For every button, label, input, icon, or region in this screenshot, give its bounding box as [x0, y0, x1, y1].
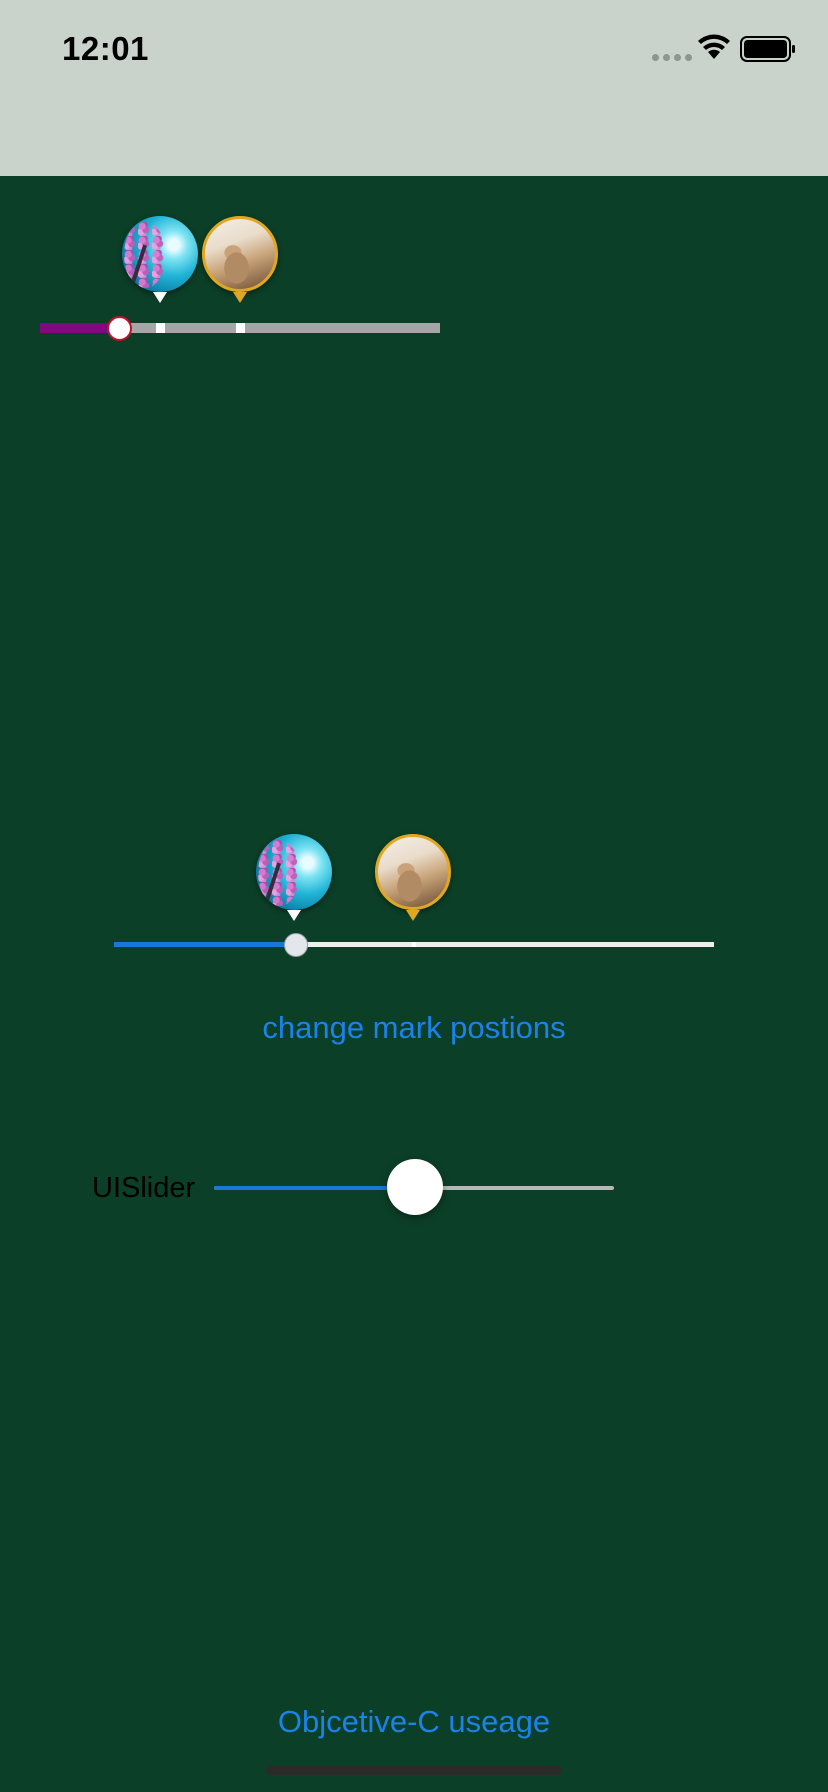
uislider-label: UISlider [92, 1172, 196, 1204]
slider-2-thumb[interactable] [284, 933, 308, 957]
slider-2-fill [114, 942, 294, 947]
wifi-icon [698, 34, 730, 59]
home-indicator [266, 1765, 562, 1775]
cellular-signal-icon [652, 54, 692, 61]
status-time: 12:01 [62, 30, 149, 67]
mark-pointer [406, 910, 420, 921]
objective-c-usage-button[interactable]: Objcetive-C useage [0, 1704, 828, 1740]
uislider-fill [214, 1186, 414, 1190]
slider-2-tick [412, 942, 416, 947]
status-bar: 12:01 [0, 0, 828, 176]
rabbit-image [202, 216, 278, 292]
mark-pointer [233, 292, 247, 303]
slider-1-tick [236, 323, 245, 333]
mark-pointer [153, 292, 167, 303]
cherry-blossom-image [256, 834, 332, 910]
slider-1-thumb[interactable] [107, 316, 132, 341]
slider-1-mark-1 [122, 216, 198, 312]
slider-2-mark-1 [256, 834, 332, 930]
uislider-thumb[interactable] [387, 1159, 443, 1215]
slider-1-mark-2 [202, 216, 278, 312]
change-mark-positions-button[interactable]: change mark postions [0, 1010, 828, 1046]
battery-icon [740, 36, 795, 62]
mark-pointer [287, 910, 301, 921]
slider-2-mark-2 [375, 834, 451, 930]
slider-1-tick [156, 323, 165, 333]
rabbit-image [375, 834, 451, 910]
cherry-blossom-image [122, 216, 198, 292]
